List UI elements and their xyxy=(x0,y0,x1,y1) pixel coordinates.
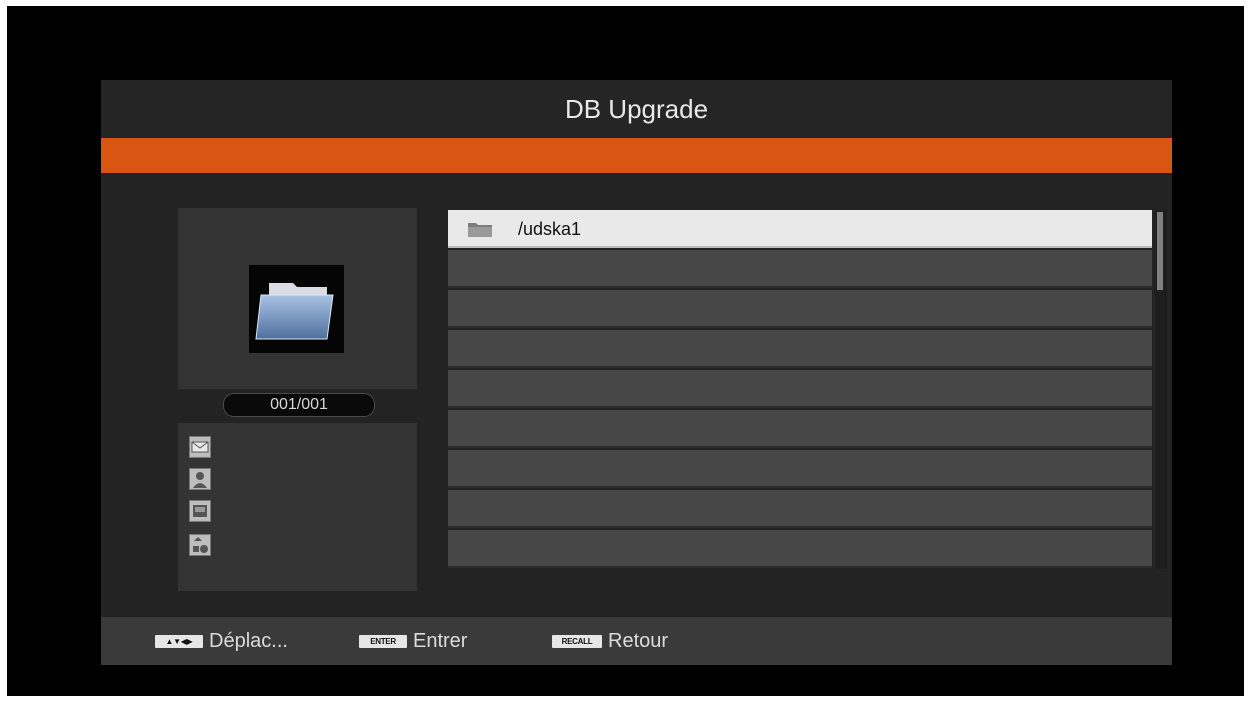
file-row[interactable] xyxy=(448,490,1152,528)
preview-box xyxy=(178,208,417,389)
media-type-list xyxy=(178,423,417,591)
file-row[interactable] xyxy=(448,250,1152,288)
recall-key-icon: RECALL xyxy=(552,635,602,648)
file-row-udska1[interactable]: /udska1 xyxy=(448,210,1152,248)
hint-recall-label: Retour xyxy=(608,630,669,652)
hint-recall: RECALL Retour xyxy=(552,630,668,653)
file-row[interactable] xyxy=(448,290,1152,328)
person-icon xyxy=(189,468,211,490)
accent-bar xyxy=(101,138,1172,173)
scrollbar[interactable] xyxy=(1155,210,1167,569)
file-row[interactable] xyxy=(448,330,1152,368)
file-row[interactable] xyxy=(448,530,1152,568)
arrow-keys-icon: ▲▼◀▶ xyxy=(155,635,203,648)
file-counter: 001/001 xyxy=(223,393,375,417)
file-row[interactable] xyxy=(448,370,1152,408)
file-row[interactable] xyxy=(448,450,1152,488)
file-list: /udska1 xyxy=(448,210,1152,569)
folder-icon xyxy=(467,221,493,238)
folder-icon xyxy=(249,265,344,353)
picture-icon xyxy=(189,500,211,522)
footer-hints: ▲▼◀▶ Déplac... ENTER Entrer RECALL Retou… xyxy=(101,617,1172,665)
file-row[interactable] xyxy=(448,410,1152,448)
hint-move: ▲▼◀▶ Déplac... xyxy=(155,630,288,653)
file-row-label: /udska1 xyxy=(518,219,582,239)
hint-enter: ENTER Entrer xyxy=(359,630,467,653)
page-title: DB Upgrade xyxy=(101,80,1172,138)
mail-icon xyxy=(189,436,211,458)
scrollbar-thumb[interactable] xyxy=(1157,212,1163,290)
hint-move-label: Déplac... xyxy=(209,630,288,652)
db-upgrade-panel: DB Upgrade 001/001 /udska1 ▲▼◀▶ Déplac..… xyxy=(101,80,1172,665)
enter-key-icon: ENTER xyxy=(359,635,407,648)
hint-enter-label: Entrer xyxy=(413,630,468,652)
tv-screen: DB Upgrade 001/001 /udska1 ▲▼◀▶ Déplac..… xyxy=(7,6,1244,696)
shapes-icon xyxy=(189,534,211,556)
